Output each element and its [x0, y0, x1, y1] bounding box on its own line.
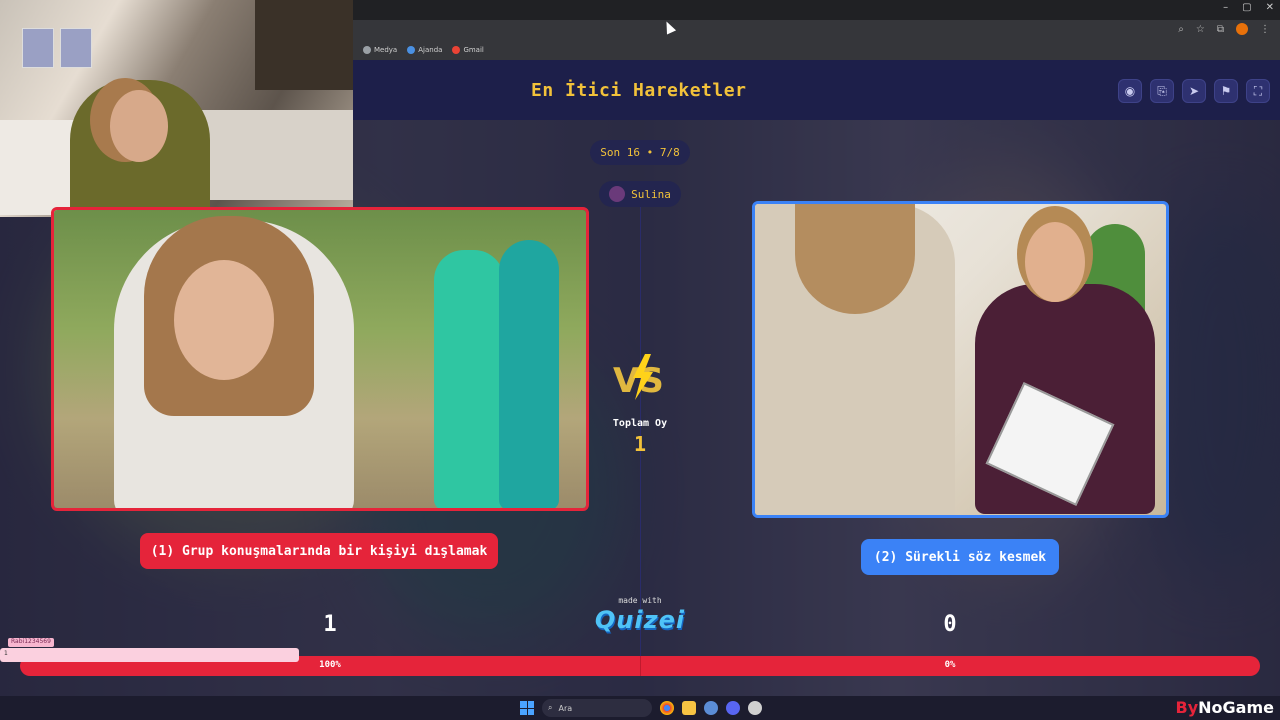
- webcam-overlay: [0, 0, 353, 217]
- avatar: [609, 186, 626, 202]
- tab-strip: – ▢ ✕: [353, 0, 1280, 20]
- option-2-button[interactable]: (2) Sürekli söz kesmek: [861, 539, 1059, 575]
- close-window-button[interactable]: ✕: [1266, 2, 1274, 13]
- menu-icon[interactable]: ⋮: [1260, 24, 1270, 35]
- gmail-icon: [452, 46, 461, 54]
- vs-icon: VS: [613, 354, 664, 401]
- maximize-button[interactable]: ▢: [1242, 2, 1251, 13]
- star-icon[interactable]: ☆: [1196, 24, 1205, 35]
- option-1-votes: 1: [323, 612, 337, 637]
- bookmark-ajanda[interactable]: Ajanda: [407, 46, 442, 54]
- option-2-card[interactable]: [752, 201, 1169, 518]
- discord-icon[interactable]: [726, 701, 740, 715]
- share-icon[interactable]: ⎘: [1150, 79, 1174, 103]
- round-badge: Son 16 • 7/8: [590, 140, 690, 165]
- obs-icon[interactable]: [748, 701, 762, 715]
- address-bar[interactable]: ⌕ ☆ ⧉ ⋮: [353, 20, 1280, 40]
- windows-start-icon[interactable]: [520, 701, 534, 715]
- option-2-percent: 0%: [944, 660, 956, 670]
- option-2-votes: 0: [943, 612, 957, 637]
- search-icon: ⌕: [548, 703, 553, 712]
- chrome-icon[interactable]: [660, 701, 674, 715]
- bookmark-gmail[interactable]: Gmail: [452, 46, 484, 54]
- minimize-button[interactable]: –: [1223, 2, 1228, 13]
- zoom-icon[interactable]: ⌕: [1178, 24, 1184, 35]
- option-1-card[interactable]: [51, 207, 589, 511]
- quizei-logo: Quizei: [594, 606, 686, 634]
- page-title: En İtici Hareketler: [531, 80, 747, 101]
- option-1-image: [54, 210, 586, 508]
- chat-overlay: Rabi1234569 1: [0, 638, 300, 664]
- chat-username: Rabi1234569: [8, 638, 54, 647]
- vs-text: VS: [613, 361, 664, 401]
- taskbar-search[interactable]: ⌕ Ara: [542, 699, 652, 717]
- progress-divider: [640, 656, 641, 676]
- player-name: Sulina: [631, 187, 671, 201]
- total-votes-value: 1: [633, 432, 647, 456]
- option-1-percent: 100%: [319, 660, 341, 670]
- steam-icon[interactable]: [704, 701, 718, 715]
- flag-icon[interactable]: ⚑: [1214, 79, 1238, 103]
- bynogame-watermark: ByNoGame: [1175, 698, 1274, 717]
- bookmarks-bar: Medya Ajanda Gmail: [353, 40, 1280, 60]
- fullscreen-icon[interactable]: ⛶: [1246, 79, 1270, 103]
- eye-icon[interactable]: ◉: [1118, 79, 1142, 103]
- bookmark-medya[interactable]: Medya: [363, 46, 397, 54]
- total-votes-label: Toplam Oy: [612, 418, 668, 429]
- chat-message: 1: [0, 648, 299, 662]
- extensions-icon[interactable]: ⧉: [1217, 24, 1224, 35]
- profile-icon[interactable]: [1236, 23, 1248, 35]
- stream-scene: { "browser": { "window_controls": ["–", …: [0, 0, 1280, 720]
- globe-icon: [407, 46, 416, 54]
- taskbar: ⌕ Ara: [0, 696, 1280, 720]
- infinity-icon: [363, 46, 371, 54]
- send-icon[interactable]: ➤: [1182, 79, 1206, 103]
- player-badge: Sulina: [599, 181, 681, 207]
- option-1-button[interactable]: (1) Grup konuşmalarında bir kişiyi dışla…: [140, 533, 498, 569]
- option-2-image: [755, 204, 1166, 515]
- made-with-label: made with: [618, 596, 662, 605]
- folder-icon[interactable]: [682, 701, 696, 715]
